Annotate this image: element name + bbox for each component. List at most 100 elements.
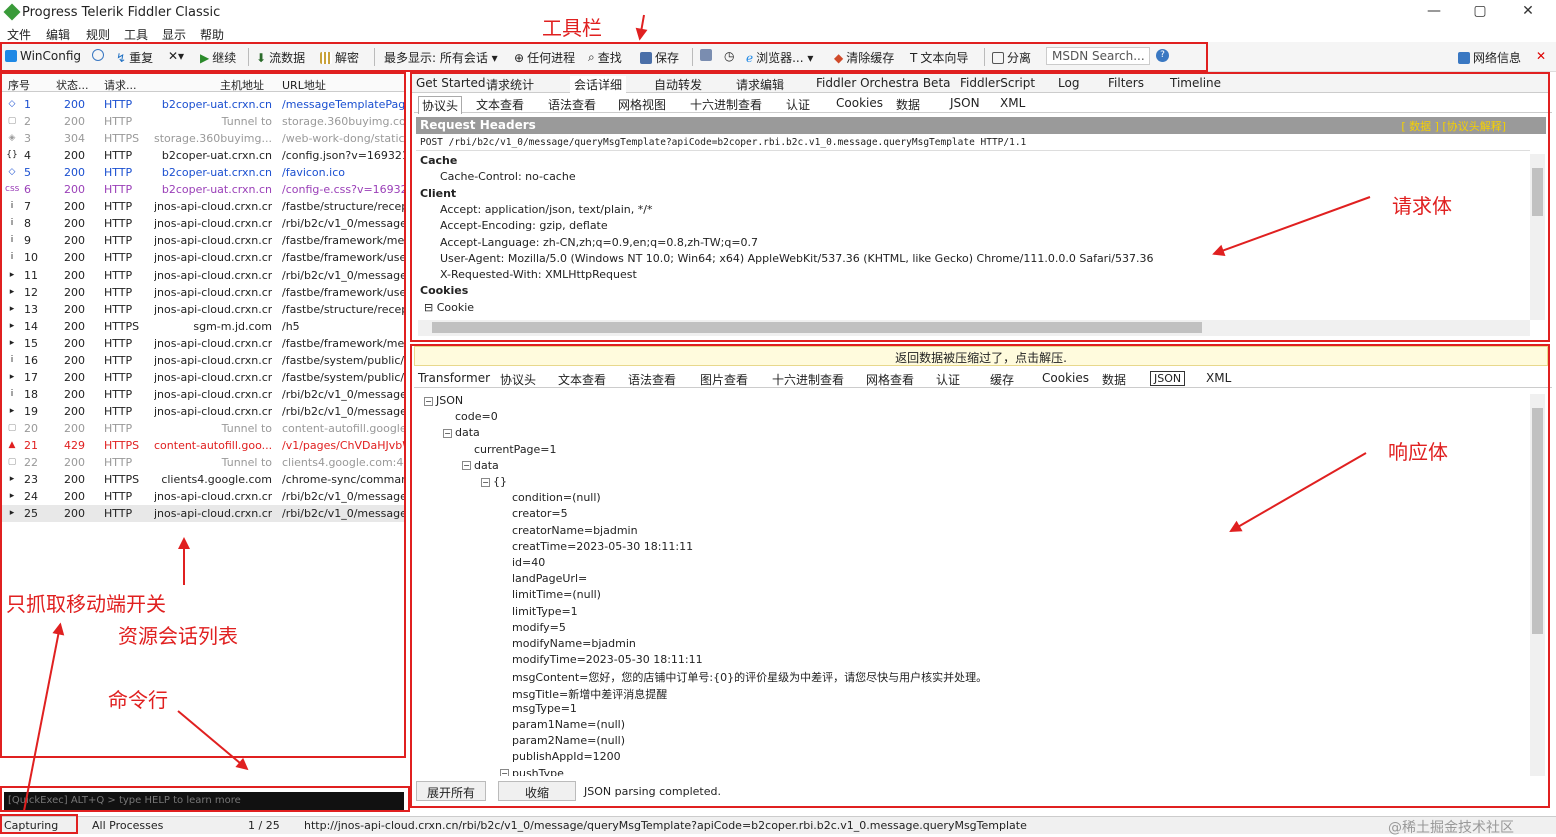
json-node[interactable]: − data	[443, 426, 480, 439]
resp-tab-textview[interactable]: 文本查看	[558, 371, 606, 388]
session-row[interactable]: ◇ 1 200 HTTP b2coper-uat.crxn.cn/messageTemp…	[2, 96, 406, 113]
json-node[interactable]: msgContent=您好，您的店铺中订单号:{0}的评价星级为中差评，请您尽快…	[512, 669, 987, 685]
session-row[interactable]: ▸ 19 200 HTTP jnos-api-cloud.crxn.cn/rbi/b2c…	[2, 403, 406, 420]
online-button[interactable]: 网络信息	[1458, 49, 1521, 66]
screenshot-button[interactable]	[700, 49, 712, 61]
maximize-button[interactable]: ▢	[1460, 3, 1500, 23]
json-node[interactable]: creatTime=2023-05-30 18:11:11	[512, 540, 693, 553]
json-node[interactable]: param1Name=(null)	[512, 718, 625, 731]
menu-file[interactable]: 文件	[7, 26, 31, 43]
any-process-button[interactable]: ⊕ 任何进程	[514, 49, 575, 66]
session-row[interactable]: ▢ 22 200 HTTP Tunnel to clients4.google.com:4…	[2, 454, 406, 471]
tab-orchestra[interactable]: Fiddler Orchestra Beta	[816, 76, 951, 90]
decode-notice[interactable]: 返回数据被压缩过了，点击解压.	[414, 346, 1548, 366]
remove-button[interactable]: ✕▾	[168, 49, 184, 63]
replay-button[interactable]: ↯ 重复	[116, 49, 153, 66]
session-row[interactable]: i 18 200 HTTP jnos-api-cloud.crxn.cn/rbi/b2c…	[2, 386, 406, 403]
col-url[interactable]: URL地址	[282, 77, 326, 93]
session-row[interactable]: ▢ 2 200 HTTP Tunnel to storage.360buyimg.com:	[2, 113, 406, 130]
session-row[interactable]: i 9 200 HTTP jnos-api-cloud.crxn.cn/fastbe/f…	[2, 232, 406, 249]
resp-tab-imageview[interactable]: 图片查看	[700, 371, 748, 388]
json-node[interactable]: msgTitle=新增中差评消息提醒	[512, 686, 667, 702]
expand-all-button[interactable]: 展开所有	[416, 781, 487, 801]
tab-autoresponder[interactable]: 自动转发	[654, 76, 702, 93]
json-node[interactable]: condition=(null)	[512, 491, 601, 504]
toolbar-close-icon[interactable]: ✕	[1536, 49, 1546, 63]
session-row[interactable]: ▸ 14 200 HTTPS sgm-m.jd.com/h5	[2, 318, 406, 335]
menu-help[interactable]: 帮助	[200, 26, 224, 43]
req-tab-json[interactable]: JSON	[950, 96, 980, 110]
session-row[interactable]: ◈ 3 304 HTTPS storage.360buyimg.... /web-work…	[2, 130, 406, 147]
json-node[interactable]: id=40	[512, 556, 545, 569]
session-row[interactable]: i 16 200 HTTP jnos-api-cloud.crxn.cn/fastbe/…	[2, 352, 406, 369]
menu-tools[interactable]: 工具	[124, 26, 148, 43]
tab-timeline[interactable]: Timeline	[1170, 76, 1221, 90]
req-tab-xml[interactable]: XML	[1000, 96, 1025, 110]
tab-filters[interactable]: Filters	[1108, 76, 1144, 90]
req-tab-raw[interactable]: 数据	[896, 96, 920, 113]
request-vscrollbar[interactable]	[1530, 154, 1545, 320]
json-node[interactable]: creatorName=bjadmin	[512, 524, 638, 537]
tree-toggle-icon[interactable]: −	[424, 396, 433, 406]
session-row[interactable]: i 8 200 HTTP jnos-api-cloud.crxn.cn/rbi/b2c/…	[2, 215, 406, 232]
resp-tab-raw[interactable]: 数据	[1102, 371, 1126, 388]
decode-button[interactable]: 解密	[320, 49, 359, 66]
clear-cache-button[interactable]: ◆ 清除缓存	[834, 49, 894, 66]
resp-tab-webview[interactable]: 网格查看	[866, 371, 914, 388]
col-result[interactable]: 状态...	[56, 77, 89, 93]
req-tab-headers[interactable]: 协议头	[418, 96, 463, 114]
session-row[interactable]: i 7 200 HTTP jnos-api-cloud.crxn.cn/fastbe/s…	[2, 198, 406, 215]
tab-statistics[interactable]: 请求统计	[486, 76, 534, 93]
menu-edit[interactable]: 编辑	[46, 26, 70, 43]
resp-tab-auth[interactable]: 认证	[936, 371, 960, 388]
tab-get-started[interactable]: Get Started	[416, 76, 486, 90]
keep-sessions-dropdown[interactable]: 最多显示: 所有会话 ▾	[384, 49, 498, 66]
json-node[interactable]: creator=5	[512, 507, 568, 520]
comment-button[interactable]	[92, 49, 104, 61]
col-num[interactable]: 序号	[8, 77, 30, 93]
capturing-toggle[interactable]: Capturing	[4, 819, 58, 832]
minimize-button[interactable]: —	[1414, 3, 1454, 23]
stream-button[interactable]: ⬇ 流数据	[256, 49, 305, 66]
session-row[interactable]: ▢ 20 200 HTTP Tunnel to content-autofill.goog…	[2, 420, 406, 437]
session-row[interactable]: ▸ 25 200 HTTP jnos-api-cloud.crxn.cn/rbi/b2c…	[2, 505, 406, 523]
resp-tab-caching[interactable]: 缓存	[990, 371, 1014, 388]
tree-toggle-icon[interactable]: −	[500, 769, 509, 776]
req-tab-textview[interactable]: 文本查看	[476, 96, 524, 113]
session-row[interactable]: ▲ 21 429 HTTPS content-autofill.goo... /v1/pa…	[2, 437, 406, 454]
session-row[interactable]: ▸ 23 200 HTTPS clients4.google.com/chrome-sy…	[2, 471, 406, 488]
tab-composer[interactable]: 请求编辑	[736, 76, 784, 93]
json-node[interactable]: currentPage=1	[474, 443, 557, 456]
json-node[interactable]: limitType=1	[512, 605, 578, 618]
resp-tab-json[interactable]: JSON	[1150, 371, 1186, 386]
json-node[interactable]: landPageUrl=	[512, 572, 587, 585]
session-row[interactable]: ▸ 15 200 HTTP jnos-api-cloud.crxn.cn/fastbe/…	[2, 335, 406, 352]
collapse-button[interactable]: 收缩	[498, 781, 576, 801]
resp-tab-syntaxview[interactable]: 语法查看	[628, 371, 676, 388]
header-definitions-link[interactable]: [ 数据 ] [协议头解释]	[1401, 118, 1506, 134]
json-node[interactable]: modifyTime=2023-05-30 18:11:11	[512, 653, 703, 666]
tree-toggle-icon[interactable]: −	[443, 428, 452, 438]
resp-tab-xml[interactable]: XML	[1206, 371, 1231, 385]
help-button[interactable]: ?	[1156, 49, 1169, 62]
session-row[interactable]: i 10 200 HTTP jnos-api-cloud.crxn.cn/fastbe/…	[2, 249, 406, 266]
resp-tab-hexview[interactable]: 十六进制查看	[772, 371, 844, 388]
session-row[interactable]: ▸ 17 200 HTTP jnos-api-cloud.crxn.cn/fastbe/…	[2, 369, 406, 386]
req-tab-auth[interactable]: 认证	[786, 96, 810, 113]
session-row[interactable]: ▸ 12 200 HTTP jnos-api-cloud.crxn.cn/fastbe/…	[2, 284, 406, 301]
tearoff-button[interactable]: 分离	[992, 49, 1031, 66]
msdn-search-input[interactable]: MSDN Search...	[1046, 47, 1150, 65]
json-node[interactable]: limitTime=(null)	[512, 588, 601, 601]
resp-tab-transformer[interactable]: Transformer	[418, 371, 490, 385]
resp-tab-headers[interactable]: 协议头	[500, 371, 536, 388]
req-tab-webforms[interactable]: 网格视图	[618, 96, 666, 113]
session-row[interactable]: ▸ 24 200 HTTP jnos-api-cloud.crxn.cn/rbi/b2c…	[2, 488, 406, 505]
close-button[interactable]: ✕	[1508, 3, 1548, 23]
tab-log[interactable]: Log	[1058, 76, 1079, 90]
browse-button[interactable]: ℯ 浏览器... ▾	[746, 49, 813, 66]
req-tab-syntaxview[interactable]: 语法查看	[548, 96, 596, 113]
go-button[interactable]: ▶ 继续	[200, 49, 236, 66]
session-row[interactable]: ▸ 11 200 HTTP jnos-api-cloud.crxn.cn/rbi/b2c…	[2, 267, 406, 284]
tab-fiddlerscript[interactable]: FiddlerScript	[960, 76, 1035, 90]
json-node[interactable]: publishAppId=1200	[512, 750, 621, 763]
